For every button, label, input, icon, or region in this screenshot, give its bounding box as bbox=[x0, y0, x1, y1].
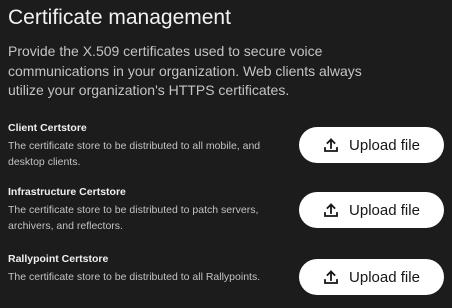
section-description: The certificate store to be distributed … bbox=[8, 140, 261, 168]
section-description: The certificate store to be distributed … bbox=[8, 204, 259, 232]
upload-button-label: Upload file bbox=[349, 268, 420, 286]
upload-button-label: Upload file bbox=[349, 136, 420, 154]
upload-icon bbox=[323, 269, 339, 285]
section-title: Client Certstore bbox=[8, 122, 87, 134]
upload-icon bbox=[323, 137, 339, 153]
infrastructure-certstore-section: Infrastructure Certstore The certificate… bbox=[0, 185, 452, 241]
rallypoint-certstore-section: Rallypoint Certstore The certificate sto… bbox=[0, 252, 452, 308]
upload-file-button-client[interactable]: Upload file bbox=[299, 127, 444, 163]
client-certstore-section: Client Certstore The certificate store t… bbox=[0, 121, 452, 177]
section-description: The certificate store to be distributed … bbox=[8, 271, 261, 283]
page-title: Certificate management bbox=[8, 6, 231, 29]
section-title: Infrastructure Certstore bbox=[8, 186, 126, 198]
upload-icon bbox=[323, 202, 339, 218]
section-title: Rallypoint Certstore bbox=[8, 253, 109, 265]
page-intro: Provide the X.509 certificates used to s… bbox=[8, 43, 362, 98]
upload-file-button-rallypoint[interactable]: Upload file bbox=[299, 259, 444, 295]
upload-button-label: Upload file bbox=[349, 201, 420, 219]
upload-file-button-infrastructure[interactable]: Upload file bbox=[299, 192, 444, 228]
